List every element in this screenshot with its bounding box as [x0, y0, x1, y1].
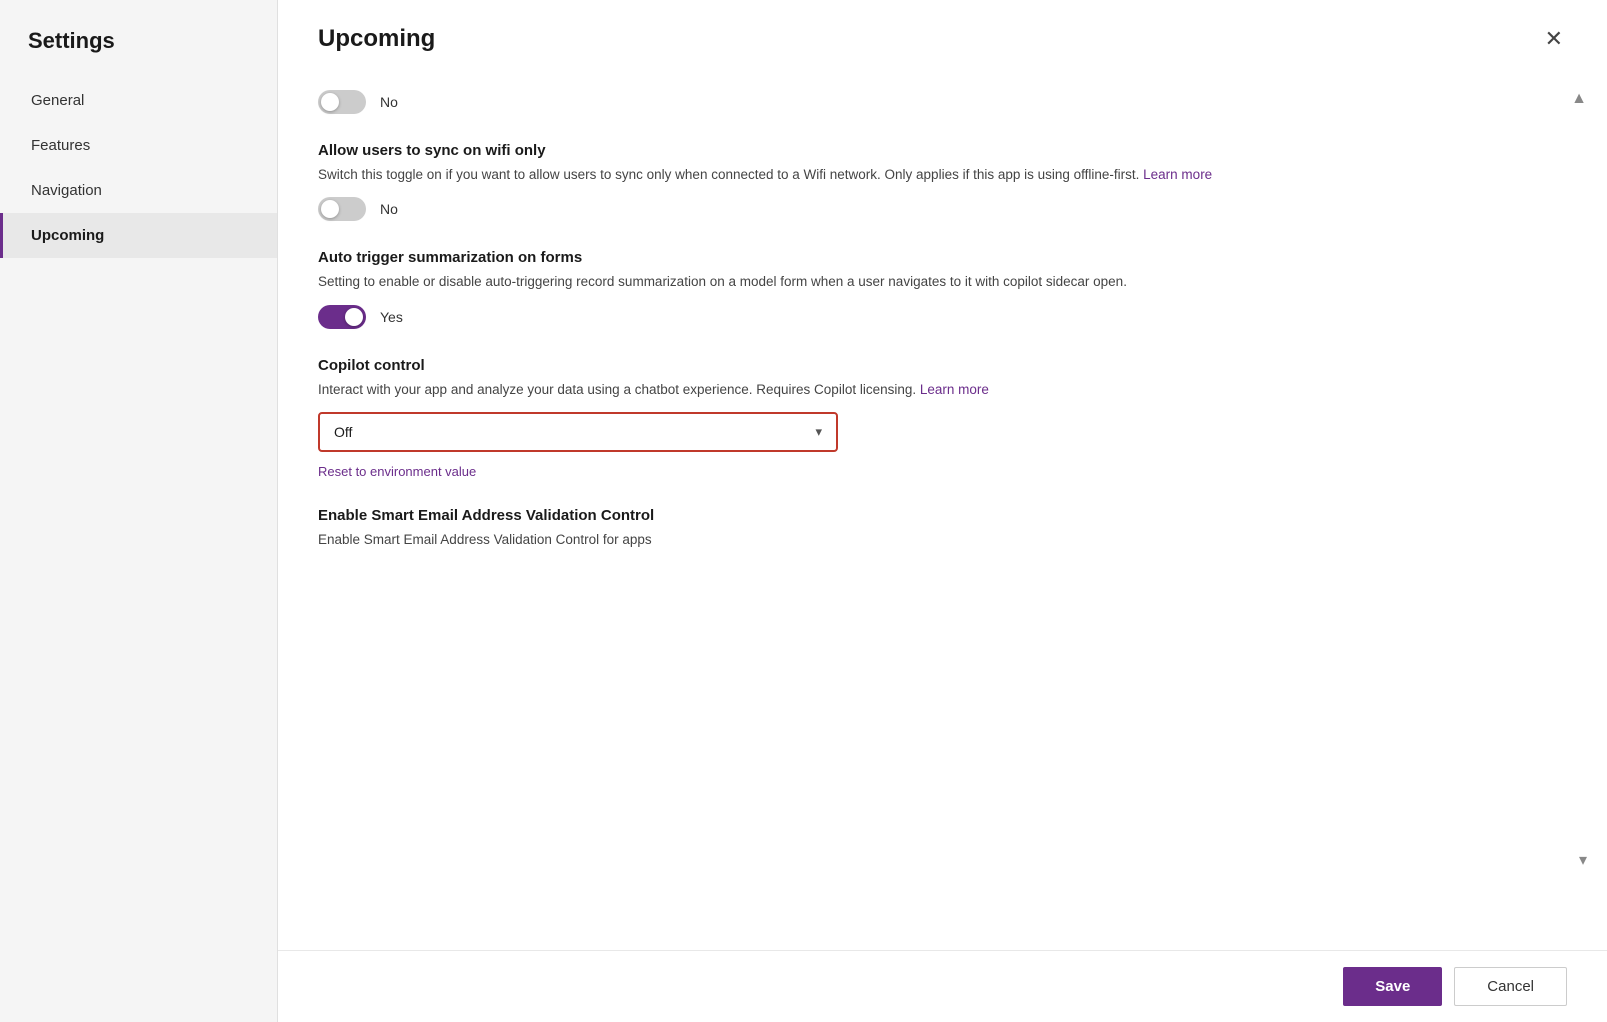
- copilot-control-section: Copilot control Interact with your app a…: [318, 357, 1567, 479]
- reset-to-environment-link[interactable]: Reset to environment value: [318, 464, 1567, 479]
- top-toggle[interactable]: [318, 90, 366, 114]
- main-panel: Upcoming ✕ ▲ No Allow users to sync on w…: [278, 0, 1607, 1022]
- smart-email-desc: Enable Smart Email Address Validation Co…: [318, 530, 1567, 550]
- page-title: Upcoming: [318, 25, 435, 53]
- copilot-dropdown-wrapper: Off On Default ▾: [318, 412, 838, 452]
- sidebar-item-upcoming[interactable]: Upcoming: [0, 213, 277, 258]
- main-header: Upcoming ✕: [278, 0, 1607, 70]
- wifi-sync-title: Allow users to sync on wifi only: [318, 142, 1567, 159]
- scroll-down-arrow[interactable]: ▾: [1579, 850, 1587, 870]
- sidebar-item-general[interactable]: General: [0, 78, 277, 123]
- top-toggle-section: No: [318, 90, 1567, 114]
- wifi-toggle[interactable]: [318, 197, 366, 221]
- main-footer: Save Cancel: [278, 950, 1607, 1022]
- save-button[interactable]: Save: [1343, 967, 1442, 1006]
- copilot-learn-more-link[interactable]: Learn more: [920, 382, 989, 397]
- top-toggle-row: No: [318, 90, 1567, 114]
- auto-trigger-toggle[interactable]: [318, 305, 366, 329]
- scroll-up-arrow[interactable]: ▲: [1571, 90, 1587, 108]
- wifi-sync-section: Allow users to sync on wifi only Switch …: [318, 142, 1567, 221]
- auto-trigger-toggle-label: Yes: [380, 309, 403, 325]
- wifi-learn-more-link[interactable]: Learn more: [1143, 167, 1212, 182]
- copilot-dropdown-inner: Off On Default ▾: [320, 414, 836, 450]
- sidebar-title: Settings: [0, 0, 277, 78]
- smart-email-section: Enable Smart Email Address Validation Co…: [318, 507, 1567, 550]
- wifi-toggle-label: No: [380, 201, 398, 217]
- cancel-button[interactable]: Cancel: [1454, 967, 1567, 1006]
- top-toggle-label: No: [380, 94, 398, 110]
- close-button[interactable]: ✕: [1541, 24, 1567, 54]
- sidebar: Settings General Features Navigation Upc…: [0, 0, 278, 1022]
- auto-trigger-toggle-row: Yes: [318, 305, 1567, 329]
- sidebar-item-navigation[interactable]: Navigation: [0, 168, 277, 213]
- wifi-sync-desc: Switch this toggle on if you want to all…: [318, 165, 1567, 185]
- main-content: ▲ No Allow users to sync on wifi only Sw…: [278, 70, 1607, 950]
- copilot-desc: Interact with your app and analyze your …: [318, 380, 1567, 400]
- wifi-toggle-row: No: [318, 197, 1567, 221]
- auto-trigger-desc: Setting to enable or disable auto-trigge…: [318, 272, 1567, 292]
- auto-trigger-title: Auto trigger summarization on forms: [318, 249, 1567, 266]
- sidebar-nav: General Features Navigation Upcoming: [0, 78, 277, 258]
- copilot-title: Copilot control: [318, 357, 1567, 374]
- smart-email-title: Enable Smart Email Address Validation Co…: [318, 507, 1567, 524]
- copilot-dropdown[interactable]: Off On Default: [320, 414, 836, 450]
- sidebar-item-features[interactable]: Features: [0, 123, 277, 168]
- auto-trigger-section: Auto trigger summarization on forms Sett…: [318, 249, 1567, 328]
